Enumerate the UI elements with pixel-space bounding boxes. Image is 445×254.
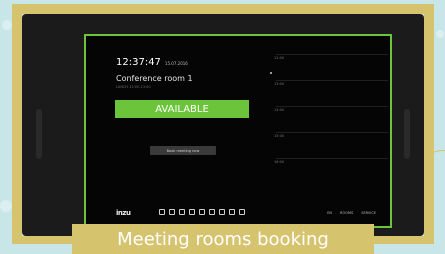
room-name: Conference room 1 (116, 74, 193, 83)
coffee-icon[interactable] (169, 209, 175, 215)
cocktail-icon[interactable] (199, 209, 205, 215)
clock-date: 15.07.2016 (164, 61, 188, 66)
phone-icon[interactable] (179, 209, 185, 215)
clock: 12:37:47 15.07.2016 (116, 57, 188, 68)
bubble-decoration (2, 20, 12, 30)
timeline-gridline (276, 158, 388, 159)
amenity-icon-bar (159, 209, 245, 215)
timeline-hour-label: 13:00 (274, 82, 285, 86)
room-display-screen: 12:37:47 15.07.2016 Conference room 1 LUN… (84, 34, 392, 228)
stage: 12:37:47 15.07.2016 Conference room 1 LUN… (0, 0, 445, 254)
drink-icon[interactable] (189, 209, 195, 215)
availability-status: AVAILABLE (115, 100, 249, 118)
frame-right (424, 4, 434, 244)
tv-icon[interactable] (229, 209, 235, 215)
timeline-hour-label: 14:00 (274, 108, 285, 112)
trash-icon[interactable] (219, 209, 225, 215)
timeline-hour-label: 16:00 (274, 160, 285, 164)
timeline-hour-label: 15:00 (274, 134, 285, 138)
food-icon[interactable] (209, 209, 215, 215)
bubble-decoration (0, 200, 12, 212)
frame-left (12, 4, 22, 244)
tablet-speaker-right (404, 109, 410, 159)
rooms-link[interactable]: ROOMS (340, 211, 353, 215)
timeline-gridline (276, 106, 388, 107)
frame-top (12, 4, 434, 14)
inzu-logo: inzu (116, 209, 131, 217)
footer-links: EN ROOMS SERVICE (327, 211, 376, 215)
timeline-gridline (276, 54, 388, 55)
bubble-decoration (436, 30, 444, 38)
service-link[interactable]: SERVICE (361, 211, 376, 215)
caption-banner: Meeting rooms booking (72, 224, 374, 254)
timeline-gridline (276, 132, 388, 133)
projector-icon[interactable] (159, 209, 165, 215)
tablet-device: 12:37:47 15.07.2016 Conference room 1 LUN… (22, 14, 424, 236)
timeline-hour-label: 12:00 (274, 56, 285, 60)
room-subtitle: LUNCH 12:00-13:00 (116, 85, 151, 89)
clock-time: 12:37:47 (116, 57, 161, 68)
tools-icon[interactable] (239, 209, 245, 215)
language-link[interactable]: EN (327, 211, 332, 215)
current-time-indicator (270, 72, 272, 74)
tablet-speaker-left (36, 109, 42, 159)
schedule-timeline: 12:00 13:00 14:00 15:00 16:00 (270, 50, 388, 200)
timeline-gridline (276, 80, 388, 81)
book-meeting-button[interactable]: Book meeting now (150, 146, 216, 155)
